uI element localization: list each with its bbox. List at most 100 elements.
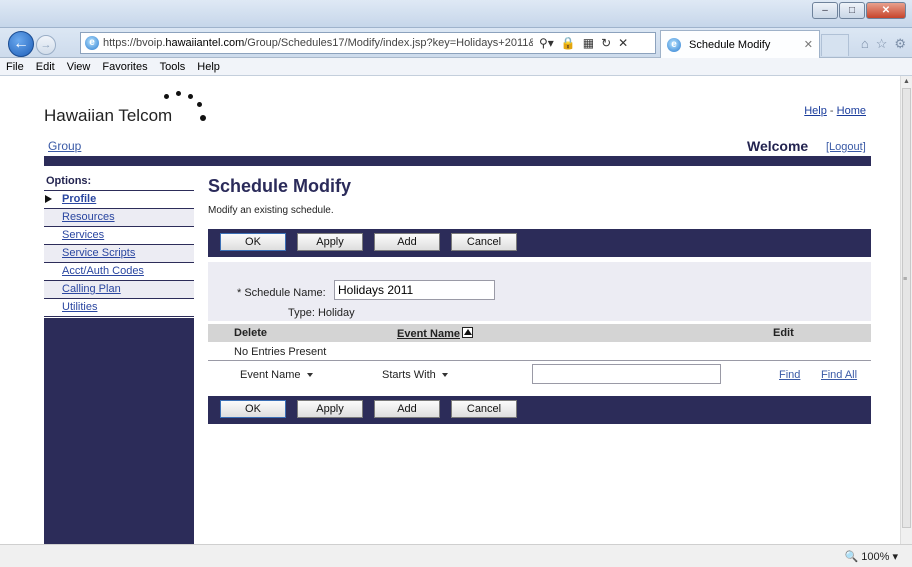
compat-view-icon[interactable]: ▦ xyxy=(583,36,594,50)
search-input[interactable] xyxy=(532,364,721,384)
search-icon[interactable]: ⚲▾ xyxy=(539,36,554,50)
page-viewport: Hawaiian Telcom Help - Home Group Welcom… xyxy=(0,76,900,544)
tab-schedule-modify[interactable]: e Schedule Modify ✕ xyxy=(660,30,820,58)
logout-link[interactable]: [Logout] xyxy=(826,141,866,153)
events-table-header: Delete Event Name Edit xyxy=(208,324,871,342)
vertical-scrollbar[interactable]: ▲ ≡ xyxy=(900,76,912,544)
settings-gear-icon[interactable]: ⚙ xyxy=(894,36,906,52)
zoom-control[interactable]: 🔍 100% ▾ xyxy=(845,550,898,563)
favorites-star-icon[interactable]: ☆ xyxy=(876,36,888,52)
options-heading: Options: xyxy=(46,175,92,187)
address-actions: ⚲▾ 🔒 ▦ ↻ ✕ xyxy=(539,36,628,50)
menu-help[interactable]: Help xyxy=(197,61,220,73)
empty-table-message: No Entries Present xyxy=(234,346,327,358)
ok-button[interactable]: OK xyxy=(220,233,286,251)
add-button[interactable]: Add xyxy=(374,233,440,251)
sidebar-item-label[interactable]: Utilities xyxy=(62,301,97,313)
sidebar-item-utilities[interactable]: Utilities xyxy=(44,299,194,317)
table-divider xyxy=(208,360,871,361)
sidebar-menu: Options: Profile Resources Services Serv… xyxy=(44,172,194,318)
column-event-name[interactable]: Event Name xyxy=(397,327,473,340)
minimize-button[interactable]: – xyxy=(812,2,838,19)
search-mode-value: Starts With xyxy=(382,369,436,381)
tab-title: Schedule Modify xyxy=(689,38,771,51)
sidebar-item-calling-plan[interactable]: Calling Plan xyxy=(44,281,194,299)
schedule-name-label: * Schedule Name: xyxy=(237,287,326,299)
apply-button[interactable]: Apply xyxy=(297,400,363,418)
welcome-text: Welcome xyxy=(747,138,809,154)
help-link[interactable]: Help xyxy=(804,105,827,117)
top-links: Help - Home xyxy=(804,105,866,117)
chevron-down-icon xyxy=(306,373,313,377)
status-bar: 🔍 100% ▾ xyxy=(0,544,912,567)
stop-icon[interactable]: ✕ xyxy=(618,36,628,50)
tab-favicon: e xyxy=(667,37,681,52)
menu-favorites[interactable]: Favorites xyxy=(102,61,147,73)
find-link[interactable]: Find xyxy=(779,369,800,381)
forward-button[interactable]: → xyxy=(36,35,56,55)
home-icon[interactable]: ⌂ xyxy=(861,36,869,52)
page-title: Schedule Modify xyxy=(208,176,352,196)
link-separator: - xyxy=(829,105,834,117)
scrollbar-thumb[interactable] xyxy=(902,88,911,528)
find-all-link[interactable]: Find All xyxy=(821,369,857,381)
chevron-down-icon xyxy=(441,373,448,377)
url-text: https://bvoip.hawaiiantel.com/Group/Sche… xyxy=(103,37,533,49)
browser-navbar: ← → e https://bvoip.hawaiiantel.com/Grou… xyxy=(0,28,912,58)
page-description: Modify an existing schedule. xyxy=(208,205,334,216)
schedule-name-input[interactable]: Holidays 2011 xyxy=(334,280,495,300)
sidebar-item-label[interactable]: Resources xyxy=(62,211,115,223)
cancel-button[interactable]: Cancel xyxy=(451,233,517,251)
window-controls: – □ ✕ xyxy=(811,2,906,19)
back-button[interactable]: ← xyxy=(8,31,34,57)
menu-file[interactable]: File xyxy=(6,61,24,73)
menu-tools[interactable]: Tools xyxy=(160,61,186,73)
options-sidebar: Options: Profile Resources Services Serv… xyxy=(44,172,194,544)
search-mode-select[interactable]: Starts With xyxy=(378,365,448,385)
lock-icon[interactable]: 🔒 xyxy=(561,36,576,50)
new-tab-button[interactable] xyxy=(821,34,849,56)
sort-ascending-icon[interactable] xyxy=(461,327,473,338)
ie-page-icon: e xyxy=(85,36,99,50)
hawaiian-telcom-logo: Hawaiian Telcom xyxy=(44,106,173,125)
event-name-sort-link[interactable]: Event Name xyxy=(397,328,460,340)
header-divider-bar xyxy=(44,156,871,166)
sidebar-item-label[interactable]: Services xyxy=(62,229,104,241)
window-titlebar: – □ ✕ xyxy=(0,0,912,28)
menu-view[interactable]: View xyxy=(67,61,91,73)
zoom-level: 100% xyxy=(861,551,890,563)
sidebar-item-label[interactable]: Profile xyxy=(62,193,96,205)
close-window-button[interactable]: ✕ xyxy=(866,2,906,19)
sidebar-item-label[interactable]: Service Scripts xyxy=(62,247,135,259)
sidebar-item-label[interactable]: Calling Plan xyxy=(62,283,121,295)
cancel-button[interactable]: Cancel xyxy=(451,400,517,418)
browser-toolbar-icons: ⌂ ☆ ⚙ xyxy=(861,36,906,52)
sidebar-item-resources[interactable]: Resources xyxy=(44,209,194,227)
search-field-select[interactable]: Event Name xyxy=(236,365,313,385)
sidebar-item-profile[interactable]: Profile xyxy=(44,191,194,209)
top-button-bar: OK Apply Add Cancel xyxy=(208,229,871,257)
scroll-up-icon[interactable]: ▲ xyxy=(901,76,912,88)
sidebar-item-service-scripts[interactable]: Service Scripts xyxy=(44,245,194,263)
menu-bar: File Edit View Favorites Tools Help xyxy=(0,58,912,76)
refresh-icon[interactable]: ↻ xyxy=(601,36,611,50)
maximize-button[interactable]: □ xyxy=(839,2,865,19)
schedule-type-label: Type: Holiday xyxy=(288,307,355,319)
tab-close-icon[interactable]: ✕ xyxy=(804,38,813,51)
sidebar-item-acct-auth-codes[interactable]: Acct/Auth Codes xyxy=(44,263,194,281)
bottom-button-bar: OK Apply Add Cancel xyxy=(208,396,871,424)
address-bar[interactable]: e https://bvoip.hawaiiantel.com/Group/Sc… xyxy=(80,32,656,54)
scrollbar-grip-icon: ≡ xyxy=(903,276,908,283)
sidebar-item-services[interactable]: Services xyxy=(44,227,194,245)
group-link[interactable]: Group xyxy=(48,139,81,153)
home-link[interactable]: Home xyxy=(837,105,866,117)
apply-button[interactable]: Apply xyxy=(297,233,363,251)
ok-button[interactable]: OK xyxy=(220,400,286,418)
menu-edit[interactable]: Edit xyxy=(36,61,55,73)
column-edit: Edit xyxy=(773,327,794,339)
add-button[interactable]: Add xyxy=(374,400,440,418)
column-delete: Delete xyxy=(234,327,268,339)
sidebar-item-label[interactable]: Acct/Auth Codes xyxy=(62,265,144,277)
search-field-value: Event Name xyxy=(240,369,301,381)
current-item-arrow-icon xyxy=(45,195,52,203)
